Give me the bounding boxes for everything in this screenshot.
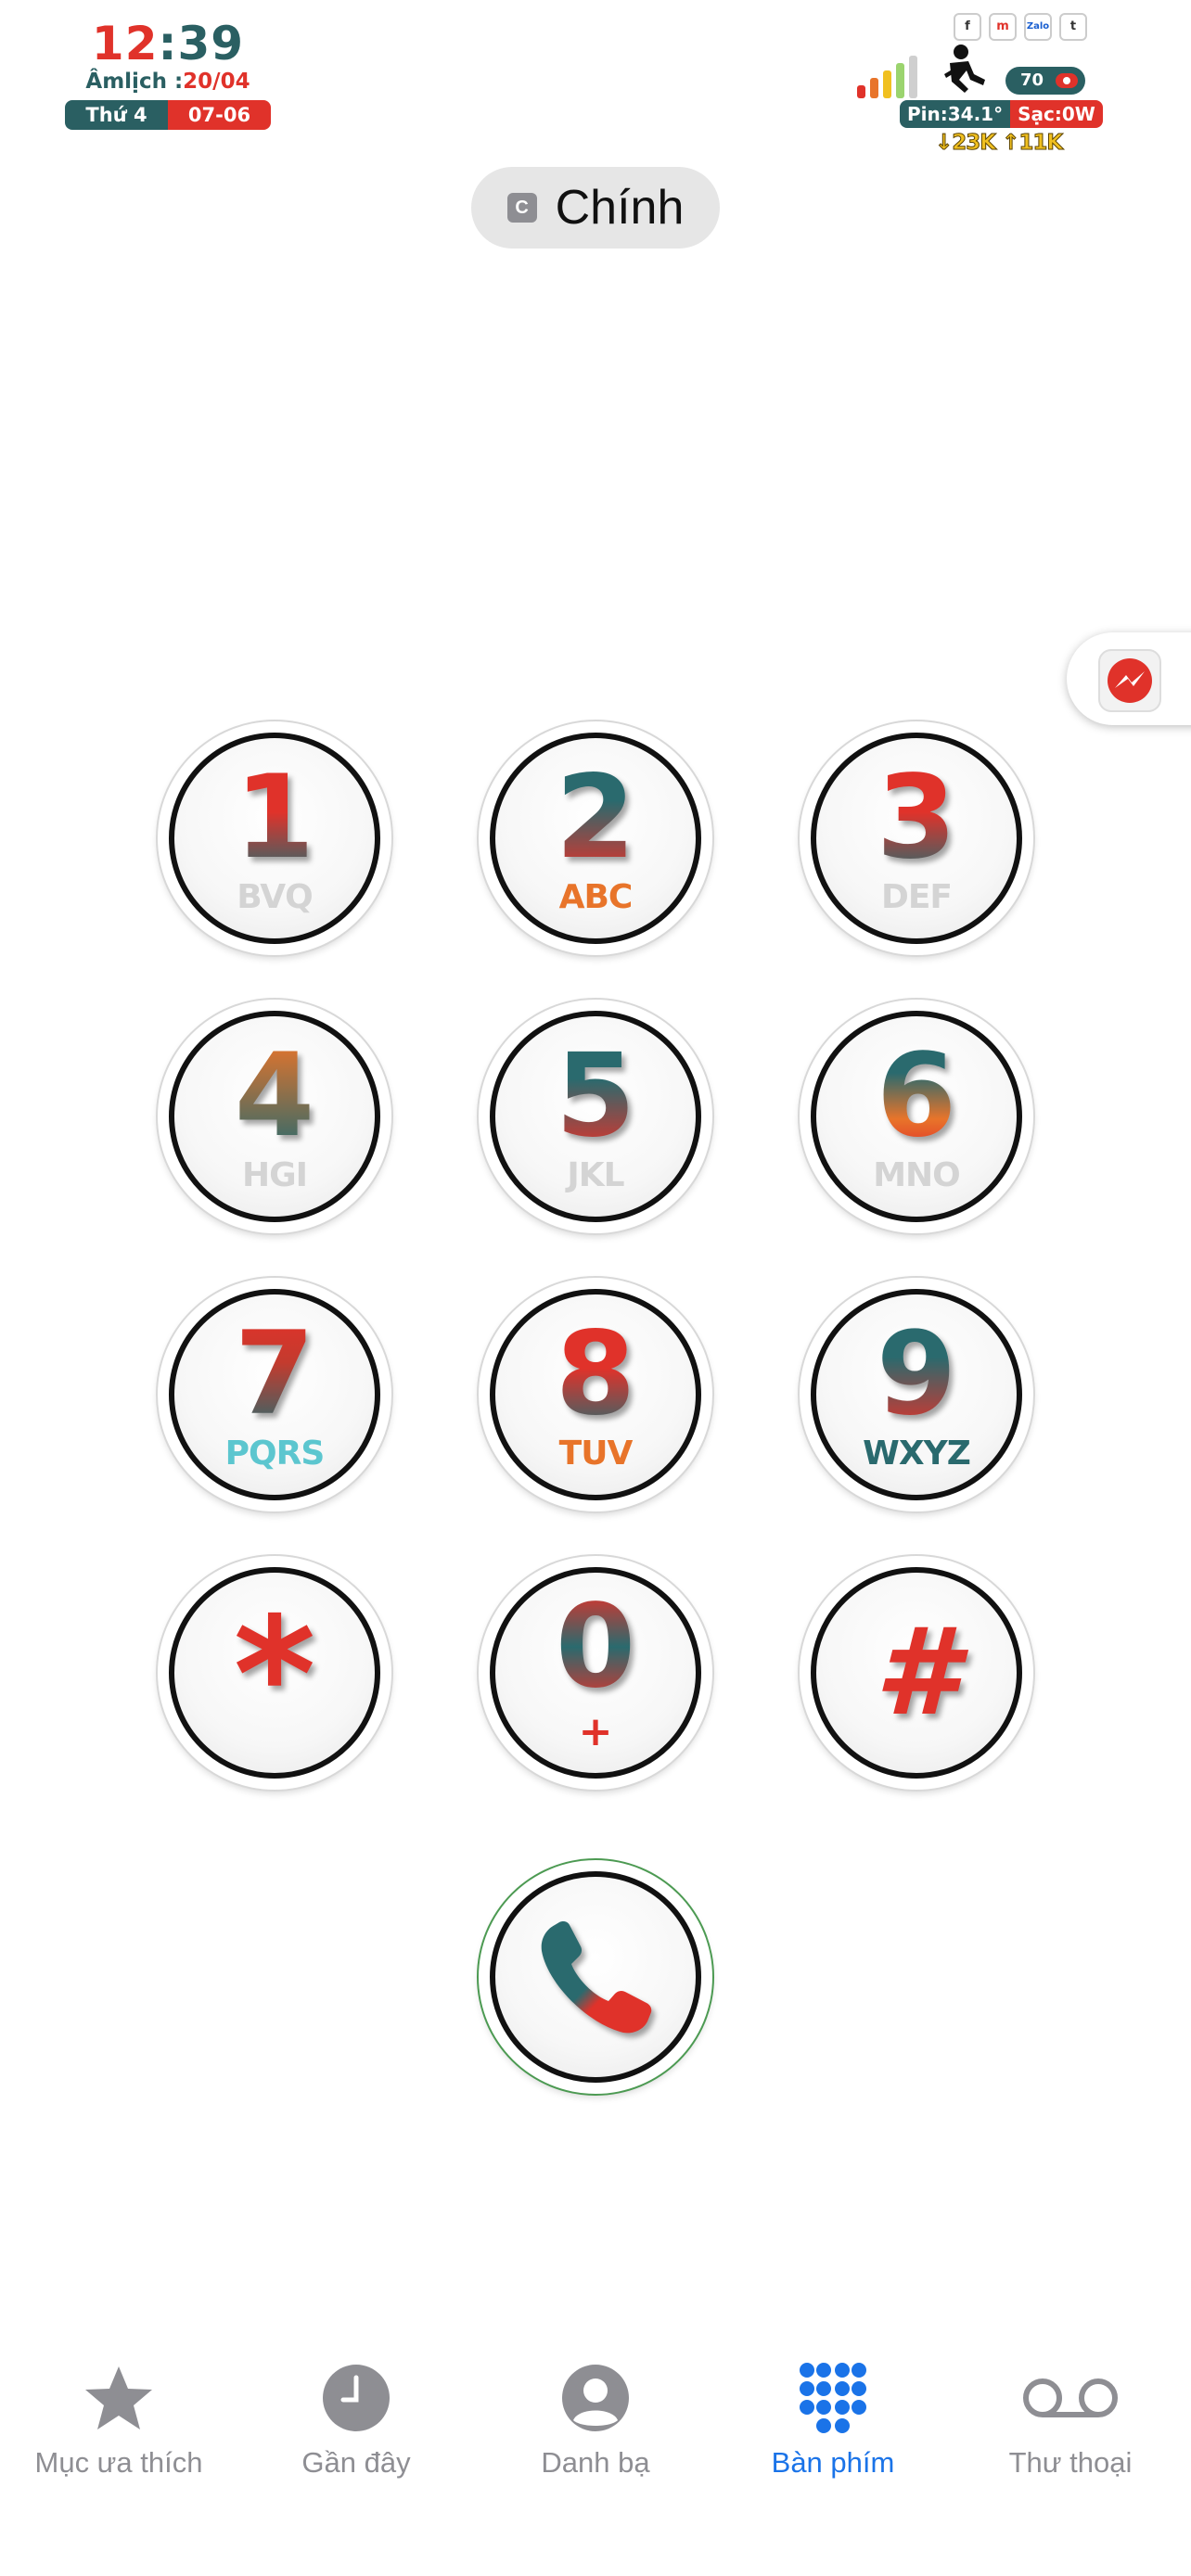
voicemail-icon <box>1023 2378 1118 2417</box>
star-icon <box>85 2366 152 2429</box>
clock-colon: : <box>158 17 178 70</box>
key-digit: 0 <box>479 1589 712 1704</box>
key-digit: 4 <box>158 1039 391 1154</box>
sim-selector-button[interactable]: C Chính <box>471 167 720 249</box>
key-digit: 9 <box>800 1317 1033 1432</box>
zalo-icon: Zalo <box>1024 13 1052 41</box>
key-digit: * <box>233 1584 316 1767</box>
status-clock-widget: 12:39 Âmlịch :20/04 Thứ 4 07-06 <box>65 19 271 130</box>
key-digit: 8 <box>479 1317 712 1432</box>
key-letters: TUV <box>558 1435 634 1473</box>
battery-dot-icon <box>1056 73 1078 88</box>
messenger-bolt-icon <box>1115 671 1145 688</box>
status-indicators: f m Zalo t 70 Pin:34.1° Sạc:0W ↓23K ↑11K <box>853 7 1113 156</box>
key-star[interactable]: * <box>158 1556 391 1790</box>
key-plus: + <box>578 1708 613 1755</box>
key-letters: DEF <box>880 878 953 916</box>
key-digit: 3 <box>800 760 1033 875</box>
key-digit: 1 <box>158 760 391 875</box>
tab-label: Mục ưa thích <box>34 2446 203 2479</box>
key-2[interactable]: 2 ABC <box>479 721 712 955</box>
key-digit: 5 <box>479 1039 712 1154</box>
facebook-icon: f <box>954 13 981 41</box>
call-button[interactable] <box>479 1860 712 2094</box>
messenger-icon <box>1098 649 1161 712</box>
network-speed: ↓23K ↑11K <box>934 131 1063 156</box>
key-letters: ABC <box>558 878 634 916</box>
key-hash[interactable]: # <box>800 1556 1033 1790</box>
clock-hour: 12 <box>91 17 159 70</box>
tiktok-icon: t <box>1059 13 1087 41</box>
tab-label: Thư thoại <box>1008 2446 1133 2479</box>
messenger-bubble-tab[interactable] <box>1067 632 1191 725</box>
messenger-app-icon: m <box>989 13 1017 41</box>
key-digit: 2 <box>479 760 712 875</box>
key-5[interactable]: 5 JKL <box>479 1000 712 1233</box>
date-badge: 07-06 <box>168 100 271 130</box>
tab-label: Bàn phím <box>771 2446 895 2479</box>
clock-time: 12:39 <box>65 19 271 69</box>
key-letters: HGI <box>241 1156 308 1194</box>
key-9[interactable]: 9 WXYZ <box>800 1278 1033 1511</box>
key-1[interactable]: 1 BVQ <box>158 721 391 955</box>
running-figure-icon <box>944 45 985 93</box>
clock-minute: 39 <box>177 17 245 70</box>
key-digit: 6 <box>800 1039 1033 1154</box>
date-pills: Thứ 4 07-06 <box>65 100 271 130</box>
key-letters: PQRS <box>224 1435 326 1473</box>
lunar-label: Âmlịch : <box>85 70 184 94</box>
key-7[interactable]: 7 PQRS <box>158 1278 391 1511</box>
key-digit: 7 <box>158 1317 391 1432</box>
key-letters: BVQ <box>237 878 313 916</box>
sim-badge-icon: C <box>506 193 537 223</box>
battery-info-row: Pin:34.1° Sạc:0W <box>900 100 1103 128</box>
key-letters: WXYZ <box>863 1435 971 1473</box>
lunar-date: Âmlịch :20/04 <box>65 69 271 95</box>
signal-strength-icon <box>857 56 917 98</box>
tab-bar: Mục ưa thích Gần đây Danh bạ Bàn phím Th… <box>0 2337 1191 2576</box>
contact-icon <box>562 2365 629 2431</box>
key-6[interactable]: 6 MNO <box>800 1000 1033 1233</box>
key-3[interactable]: 3 DEF <box>800 721 1033 955</box>
key-4[interactable]: 4 HGI <box>158 1000 391 1233</box>
notification-app-icons: f m Zalo t <box>954 13 1087 41</box>
weekday-badge: Thứ 4 <box>65 100 168 130</box>
lunar-value: 20/04 <box>183 70 250 94</box>
phone-icon <box>541 1921 652 2034</box>
tab-label: Danh bạ <box>541 2446 650 2479</box>
keypad-grid-icon <box>800 2363 866 2433</box>
tab-label: Gần đây <box>301 2446 411 2479</box>
key-0[interactable]: 0 + <box>479 1556 712 1790</box>
key-letters: JKL <box>567 1156 624 1194</box>
battery-indicator: 70 <box>1005 67 1085 95</box>
key-8[interactable]: 8 TUV <box>479 1278 712 1511</box>
key-digit: # <box>874 1601 959 1742</box>
battery-temp: Pin:34.1° <box>900 100 1011 128</box>
clock-icon <box>323 2365 390 2431</box>
charge-rate: Sạc:0W <box>1010 100 1103 128</box>
battery-level: 70 <box>1020 70 1044 90</box>
key-letters: MNO <box>873 1156 961 1194</box>
sim-label: Chính <box>555 181 685 235</box>
